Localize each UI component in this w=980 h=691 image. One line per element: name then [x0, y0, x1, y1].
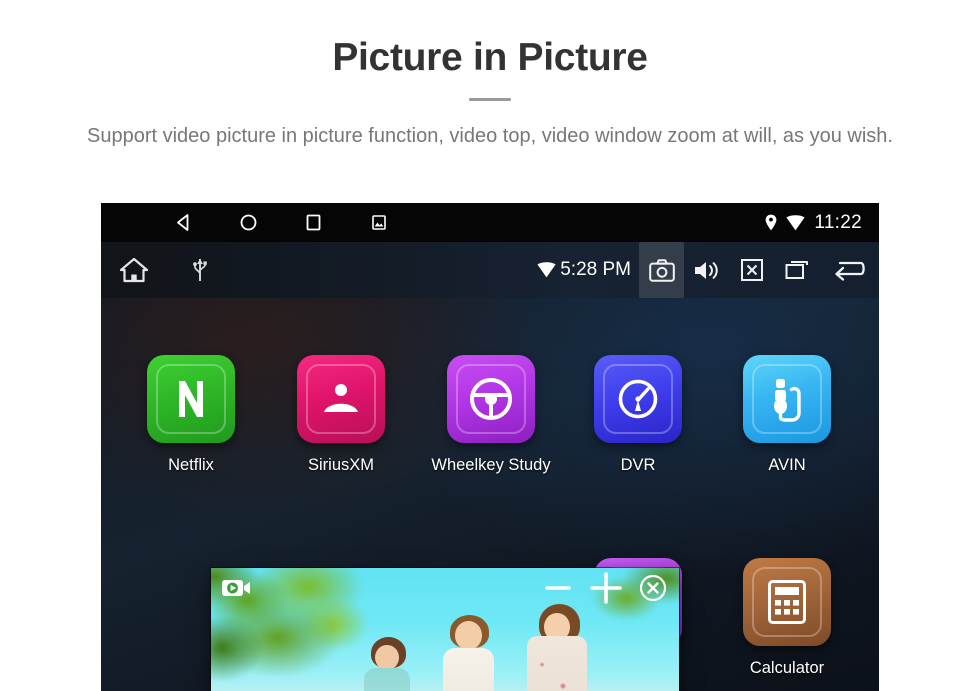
- system-toolbar: 5:28 PM: [101, 242, 879, 298]
- netflix-tile[interactable]: [147, 355, 235, 443]
- toolbar-left-group: [101, 256, 233, 284]
- android-status-bar: 11:22: [101, 203, 879, 242]
- location-pin-icon: [765, 214, 777, 231]
- wheelkey-tile[interactable]: [447, 355, 535, 443]
- siriusxm-tile[interactable]: [297, 355, 385, 443]
- netflix-icon: [179, 381, 203, 417]
- toolbar-right-group: 5:28 PM: [537, 242, 879, 298]
- back-triangle-icon[interactable]: [151, 213, 216, 232]
- video-person-right: [511, 603, 605, 691]
- back-arrow-icon: [835, 261, 865, 281]
- status-bar-nav-group: [151, 213, 411, 232]
- wifi-icon: [786, 214, 805, 231]
- zoom-out-button[interactable]: [543, 573, 573, 603]
- plus-icon: [590, 572, 622, 604]
- app-label-netflix: Netflix: [168, 456, 214, 474]
- toolbar-wifi-icon: [537, 262, 556, 278]
- page-title: Picture in Picture: [332, 36, 648, 79]
- car-head-unit-screen: 11:22 5:28 PM Netflix SiriusXM Wheelkey …: [101, 203, 879, 691]
- siriusxm-icon: [324, 384, 358, 412]
- home-icon[interactable]: [101, 256, 167, 284]
- usb-icon[interactable]: [167, 257, 233, 283]
- speaker-icon: [695, 261, 718, 279]
- x-box-icon: [740, 259, 763, 281]
- page-subtitle: Support video picture in picture functio…: [87, 125, 893, 147]
- page-root: Picture in Picture Support video picture…: [0, 0, 980, 691]
- status-bar-clock: 11:22: [814, 211, 862, 233]
- dvr-tile[interactable]: [594, 355, 682, 443]
- minus-icon: [545, 586, 571, 590]
- volume-button[interactable]: [684, 242, 729, 298]
- app-label-calculator: Calculator: [749, 659, 825, 677]
- app-icon-siriusxm[interactable]: SiriusXM: [276, 355, 406, 475]
- windows-button[interactable]: [774, 242, 819, 298]
- x-circle-icon: [639, 574, 667, 602]
- title-underline-divider: [469, 98, 511, 101]
- gauge-icon: [618, 379, 658, 419]
- picture-in-picture-window[interactable]: Seicane: [211, 568, 679, 691]
- app-label-wheelkey-study: Wheelkey Study: [431, 456, 551, 474]
- camera-icon: [648, 258, 675, 282]
- pip-title-bar: [211, 568, 679, 608]
- steering-icon: [470, 378, 512, 420]
- app-icon-avin[interactable]: AVIN: [722, 355, 852, 475]
- app-label-dvr: DVR: [620, 456, 656, 474]
- back-button[interactable]: [819, 242, 879, 298]
- app-icon-calculator[interactable]: Calculator: [722, 558, 852, 678]
- calculator-tile[interactable]: [743, 558, 831, 646]
- status-bar-indicators: 11:22: [765, 212, 862, 234]
- app-label-siriusxm: SiriusXM: [307, 456, 374, 474]
- video-person-left: [347, 636, 427, 691]
- hero-section: Picture in Picture Support video picture…: [0, 0, 980, 152]
- toolbar-clock: 5:28 PM: [560, 259, 631, 280]
- close-pip-button[interactable]: [639, 574, 667, 602]
- close-button[interactable]: [729, 242, 774, 298]
- windows-stack-icon: [785, 261, 808, 279]
- avin-tile[interactable]: [743, 355, 831, 443]
- app-label-avin: AVIN: [768, 456, 806, 474]
- recents-square-icon[interactable]: [281, 213, 346, 232]
- home-circle-icon[interactable]: [216, 213, 281, 232]
- zoom-in-button[interactable]: [589, 571, 623, 605]
- app-icon-wheelkey-study[interactable]: Wheelkey Study: [426, 355, 556, 475]
- screenshot-icon[interactable]: [346, 215, 411, 230]
- av-plug-icon: [774, 379, 801, 422]
- app-icon-dvr[interactable]: DVR: [573, 355, 703, 475]
- camera-button[interactable]: [639, 242, 684, 298]
- video-person-center: [426, 614, 510, 691]
- video-camera-icon[interactable]: [221, 576, 251, 600]
- calculator-icon: [768, 580, 806, 624]
- app-icon-netflix[interactable]: Netflix: [126, 355, 256, 475]
- pip-window-controls: [543, 571, 667, 605]
